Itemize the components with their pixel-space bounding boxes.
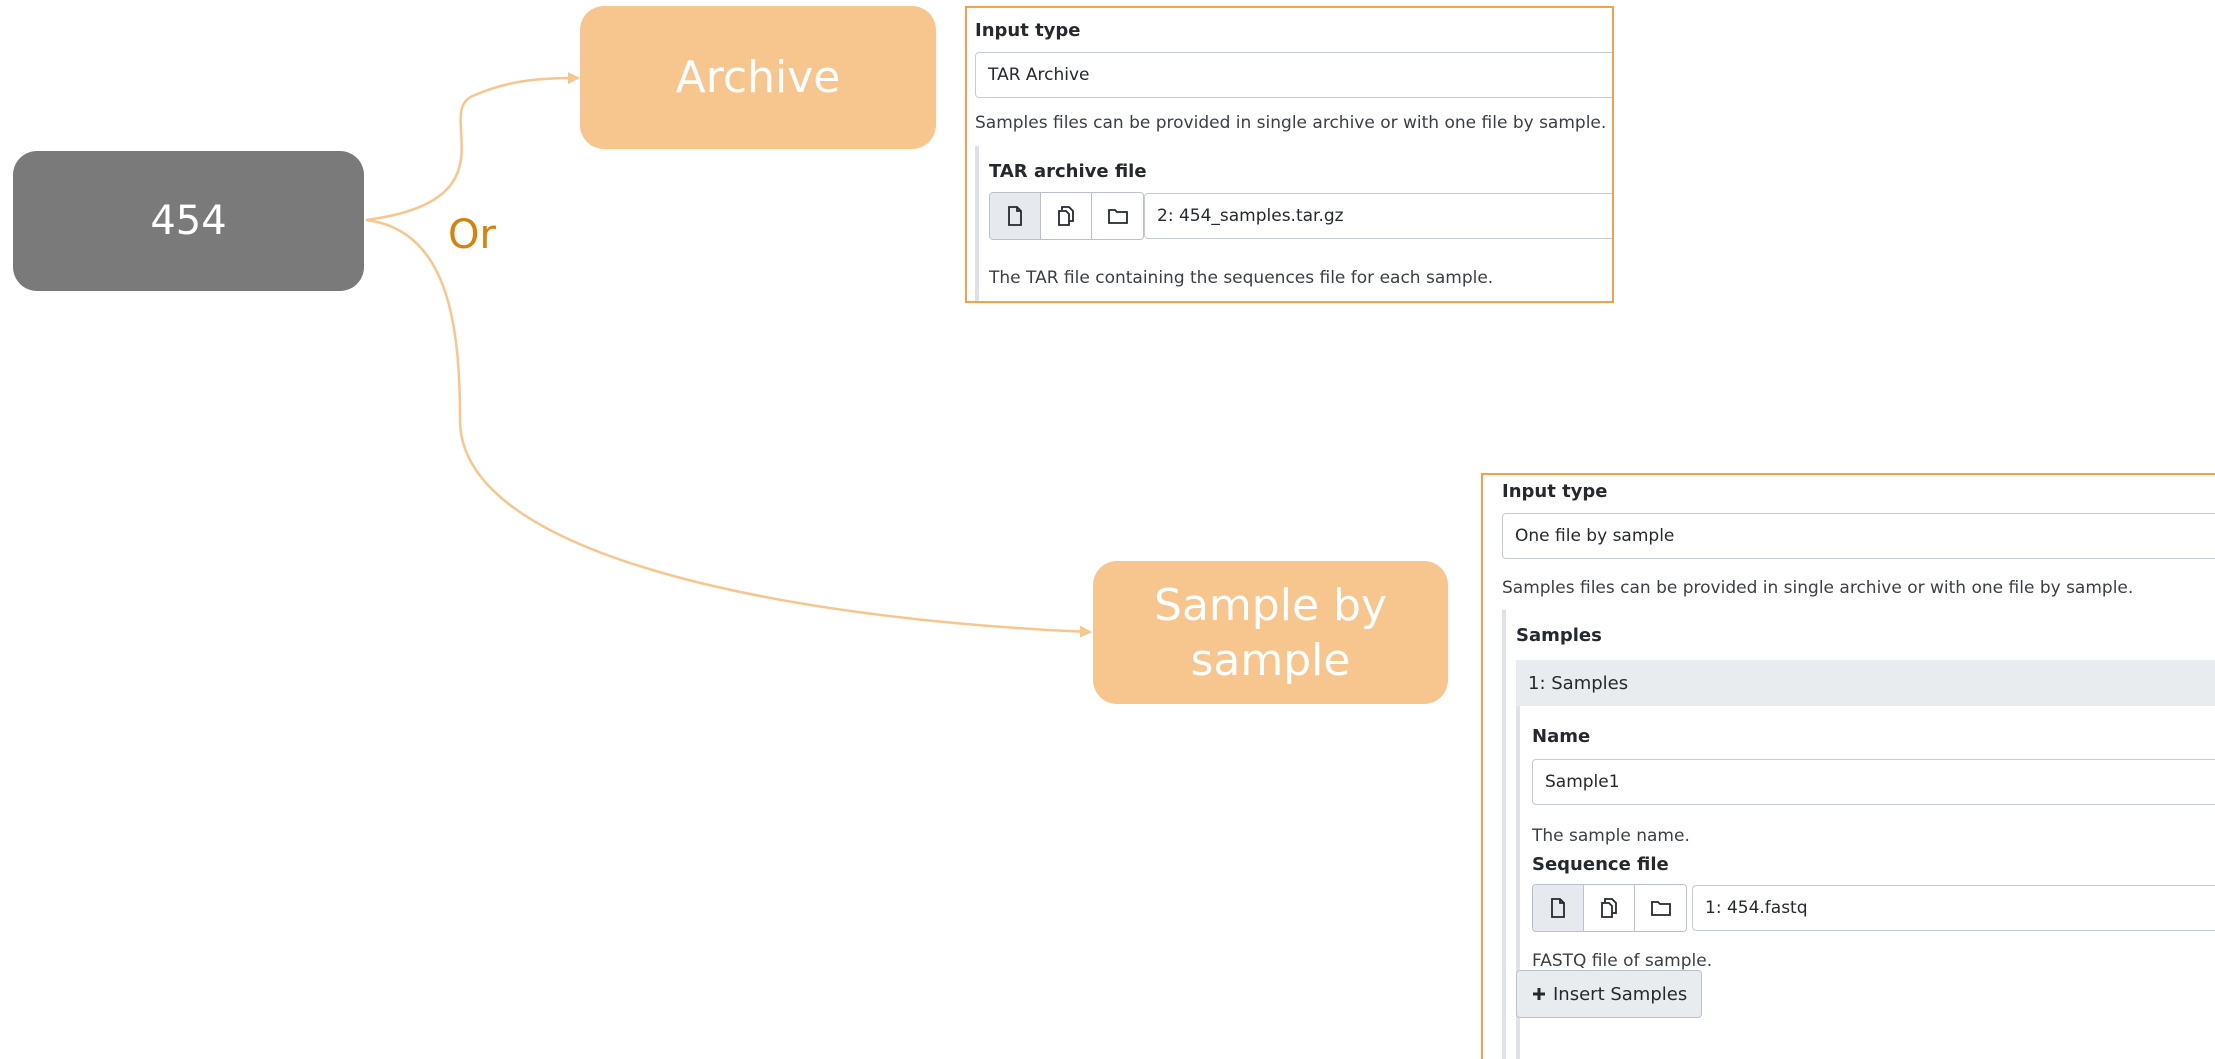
sequence-file-select[interactable]: 1: 454.fastq (1692, 885, 2215, 931)
sample-by-sample-option-node: Sample by sample (1093, 561, 1448, 704)
sequence-file-label: Sequence file (1532, 854, 1669, 875)
single-dataset-button[interactable] (990, 193, 1041, 239)
input-type-select[interactable]: TAR Archive (975, 52, 1612, 98)
insert-samples-label: Insert Samples (1553, 983, 1688, 1005)
folder-icon (1107, 209, 1128, 224)
multiple-datasets-button[interactable] (1041, 193, 1092, 239)
samples-group: Samples 1: Samples Name Sample1 The samp… (1502, 610, 2215, 1059)
archive-option-node: Archive (580, 6, 936, 149)
source-node-454: 454 (13, 151, 364, 291)
plus-icon (1533, 988, 1545, 1000)
tar-archive-group: TAR archive file 2: 454_samples.tar.gz T… (975, 146, 1612, 301)
input-type-select[interactable]: One file by sample (1502, 513, 2215, 559)
input-type-label: Input type (975, 20, 1081, 41)
file-icon (1551, 898, 1565, 918)
archive-node-label: Archive (675, 52, 841, 103)
dataset-collection-button[interactable] (1635, 885, 1686, 931)
sample-node-label: Sample by sample (1154, 578, 1387, 688)
files-icon (1601, 898, 1617, 918)
multiple-datasets-button[interactable] (1584, 885, 1635, 931)
file-icon (1008, 206, 1022, 226)
sample-name-input[interactable]: Sample1 (1532, 759, 2215, 805)
source-node-label: 454 (150, 198, 227, 244)
input-type-help: Samples files can be provided in single … (1502, 578, 2134, 598)
sample-by-sample-input-panel: Input type One file by sample Samples fi… (1481, 473, 2215, 1059)
folder-icon (1650, 901, 1671, 916)
tar-archive-file-select[interactable]: 2: 454_samples.tar.gz (1144, 193, 1612, 239)
input-type-label: Input type (1502, 481, 1608, 502)
insert-samples-button[interactable]: Insert Samples (1516, 970, 1703, 1018)
name-label: Name (1532, 726, 1591, 747)
file-source-button-group (989, 192, 1144, 240)
sequence-file-help: FASTQ file of sample. (1532, 951, 1713, 971)
input-type-help: Samples files can be provided in single … (975, 113, 1607, 133)
sample-node-line1: Sample by (1154, 579, 1387, 631)
sample-name-help: The sample name. (1532, 826, 1690, 846)
files-icon (1058, 206, 1074, 226)
single-dataset-button[interactable] (1533, 885, 1584, 931)
file-source-button-group (1532, 884, 1687, 932)
tar-archive-file-label: TAR archive file (989, 161, 1147, 182)
archive-input-panel: Input type TAR Archive Samples files can… (965, 6, 1614, 303)
samples-label: Samples (1516, 625, 1602, 646)
dataset-collection-button[interactable] (1092, 193, 1143, 239)
or-label: Or (448, 212, 496, 258)
sample-repeat-header[interactable]: 1: Samples (1516, 660, 2215, 706)
connector-to-archive (365, 72, 580, 222)
sample-node-line2: sample (1190, 634, 1351, 686)
tar-archive-file-help: The TAR file containing the sequences fi… (989, 268, 1494, 288)
